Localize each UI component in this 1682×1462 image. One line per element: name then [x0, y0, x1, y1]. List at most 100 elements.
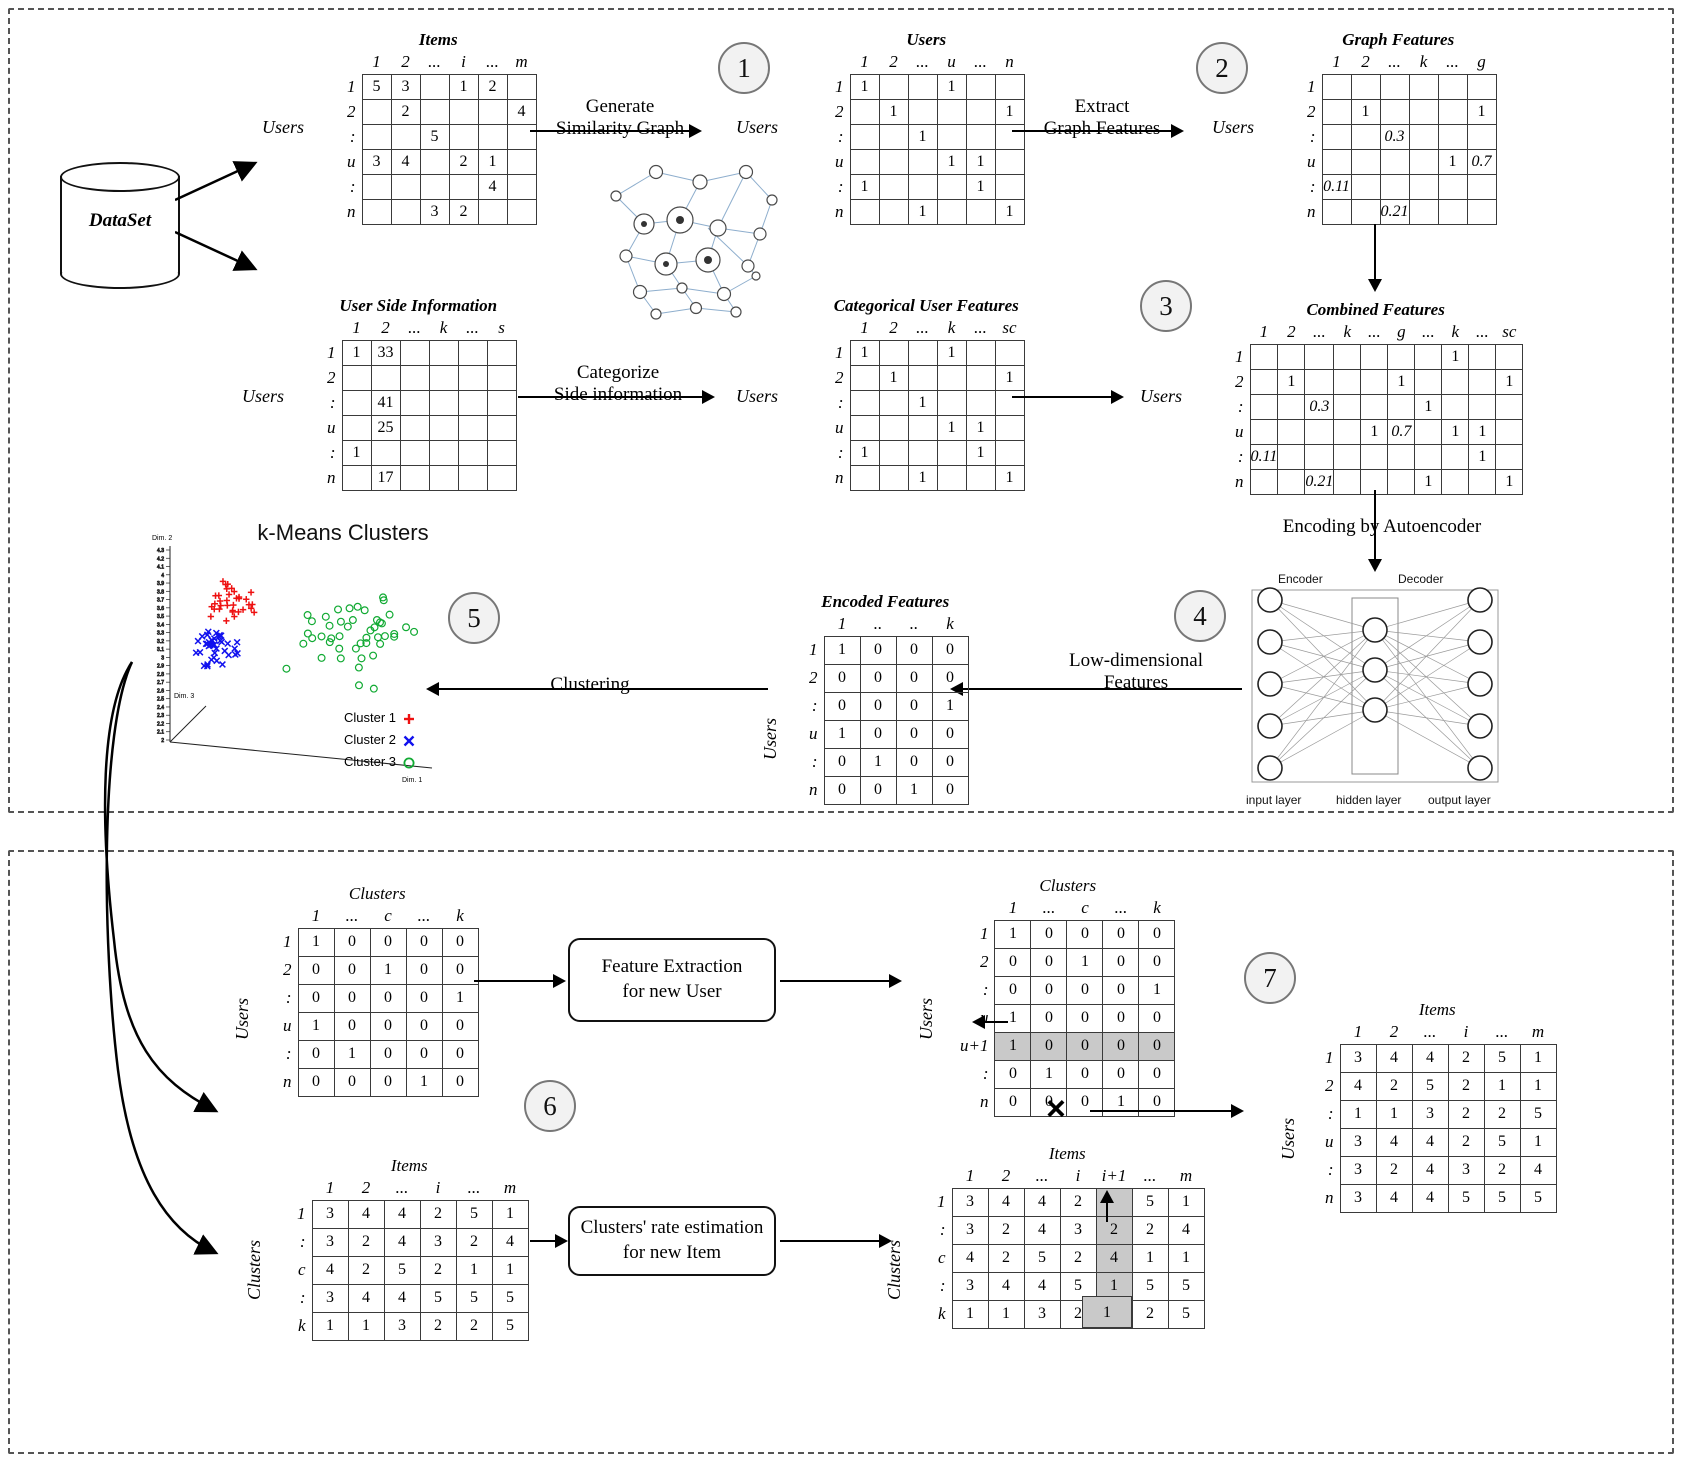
table-row: :00001 [960, 975, 1176, 1005]
matrix-final-predictions: Items 1 2... i... m 1 3 4 4 2 5 1 2 4 2 5 2 1 1:1 1 3 2 2 5 u 3 4… [1318, 1000, 1557, 1213]
new-item-extra-cell: 1 [1082, 1296, 1132, 1328]
table-cell: 4 [987, 1271, 1025, 1301]
table-row: :1 [828, 123, 1025, 150]
table-row: 2 1 1 [1300, 98, 1497, 125]
row-header: 2 [835, 101, 844, 121]
matrix-corner [320, 318, 342, 340]
table-cell [936, 98, 967, 125]
column-header: ... [1035, 1166, 1049, 1186]
row-header: 1 [835, 76, 844, 96]
table-cell: 0 [1138, 947, 1176, 977]
table-cell: 1 [1360, 418, 1389, 445]
dataset-label: DataSet [88, 210, 152, 231]
table-cell [994, 73, 1025, 100]
arrow-rate-estimation-to-items [780, 1234, 892, 1248]
arrow-graphfeat-to-combined [1368, 224, 1382, 292]
table-cell [994, 148, 1025, 175]
table-cell [1379, 148, 1410, 175]
table-cell [1495, 443, 1524, 470]
table-cell: 5 [455, 1199, 493, 1229]
table-cell: 1 [931, 691, 969, 721]
table-cell: 1 [1466, 98, 1497, 125]
table-row: 2 2 4 [340, 98, 537, 125]
table-row: 111 [828, 73, 1025, 100]
table-cell: 1 [1375, 1099, 1413, 1129]
feature-extraction-box[interactable]: Feature Extraction for new User [568, 938, 776, 1022]
row-header: : [299, 1232, 306, 1251]
row-header: : [811, 696, 818, 715]
table-cell: 0 [333, 955, 371, 985]
column-header: ... [417, 906, 431, 926]
table-cell: 0 [369, 1067, 407, 1097]
table-cell: 0 [859, 635, 897, 665]
table-cell [1333, 418, 1362, 445]
cross-marker-icon [403, 735, 415, 746]
table-cell [878, 198, 909, 225]
svg-text:3.8: 3.8 [157, 589, 164, 595]
table-cell [341, 464, 372, 491]
table-cell: 1 [849, 439, 880, 466]
row-header: 1 [1235, 346, 1244, 366]
row-header: : [1327, 1160, 1334, 1179]
table-cell: 4 [383, 1227, 421, 1257]
column-header: ... [1367, 322, 1381, 342]
table-row: n0010 [802, 775, 969, 805]
dataset-cylinder: DataSet [60, 162, 180, 289]
table-cell: 2 [390, 98, 421, 125]
row-header: 2 [327, 367, 336, 387]
table-cell: 1 [1066, 947, 1104, 977]
row-header: : [329, 442, 336, 462]
row-header: k [937, 1304, 946, 1323]
table-cell: 2 [448, 198, 479, 225]
row-header: : [837, 176, 844, 196]
matrix-corner [1228, 322, 1250, 344]
table-cell: 2 [1483, 1155, 1521, 1185]
table-row: n 1 1 [828, 198, 1025, 225]
column-header: g [1477, 52, 1486, 72]
column-header: ... [916, 318, 929, 338]
label-low-dimensional-features: Low-dimensional Features [1068, 650, 1204, 694]
table-cell: 1 [1414, 393, 1443, 420]
row-header: 1 [809, 640, 818, 659]
svg-text:3.9: 3.9 [157, 581, 164, 587]
table-row: :11 [828, 173, 1025, 200]
table-cell [1321, 148, 1352, 175]
autoencoder-decoder-label: Decoder [1398, 572, 1444, 586]
table-cell: 0 [895, 635, 933, 665]
column-header: ... [974, 52, 987, 72]
table-cell: 5 [361, 73, 392, 100]
column-header: ... [1423, 1022, 1437, 1042]
table-cell: 0 [297, 1067, 335, 1097]
matrix-cluster-items-new: Items 1 2... i i+1... m 1 3 4 4 2 5 1:3 2 4 3 2 2 4 c 4 2 5 2 4… [930, 1144, 1205, 1329]
column-header: s [498, 318, 505, 338]
table-cell: 0 [405, 1039, 443, 1069]
rate-estimation-box[interactable]: Clusters' rate estimation for new Item [568, 1206, 776, 1276]
table-cell [1304, 343, 1335, 370]
table-cell [1408, 198, 1439, 225]
table-cell [341, 389, 372, 416]
table-row: 20000 [802, 663, 969, 693]
column-header: 1 [311, 906, 321, 926]
multiply-symbol: × [1046, 1090, 1066, 1128]
table-cell [506, 123, 537, 150]
table-cell [399, 464, 430, 491]
table-cell: 4 [1375, 1043, 1413, 1073]
matrix-ratings-title: Items [418, 30, 458, 49]
autoencoder-hidden-layer-label: hidden layer [1336, 793, 1402, 807]
table-cell: 1 [1339, 1099, 1377, 1129]
table-cell: 4 [1411, 1127, 1449, 1157]
table-row: u 11 [828, 414, 1025, 441]
table-cell [1387, 393, 1416, 420]
table-cell: 1 [1138, 975, 1176, 1005]
matrix-user-clusters-new-title: Clusters [1039, 876, 1097, 895]
table-cell: 4 [383, 1199, 421, 1229]
table-cell [1408, 73, 1439, 100]
row-header: n [835, 201, 844, 221]
table-cell [965, 73, 996, 100]
table-cell: 2 [987, 1243, 1025, 1273]
column-header: 1 [352, 318, 361, 338]
table-cell [506, 198, 537, 225]
table-cell: 1 [1131, 1243, 1169, 1273]
table-cell [1249, 368, 1279, 395]
table-cell: 0 [931, 719, 969, 749]
